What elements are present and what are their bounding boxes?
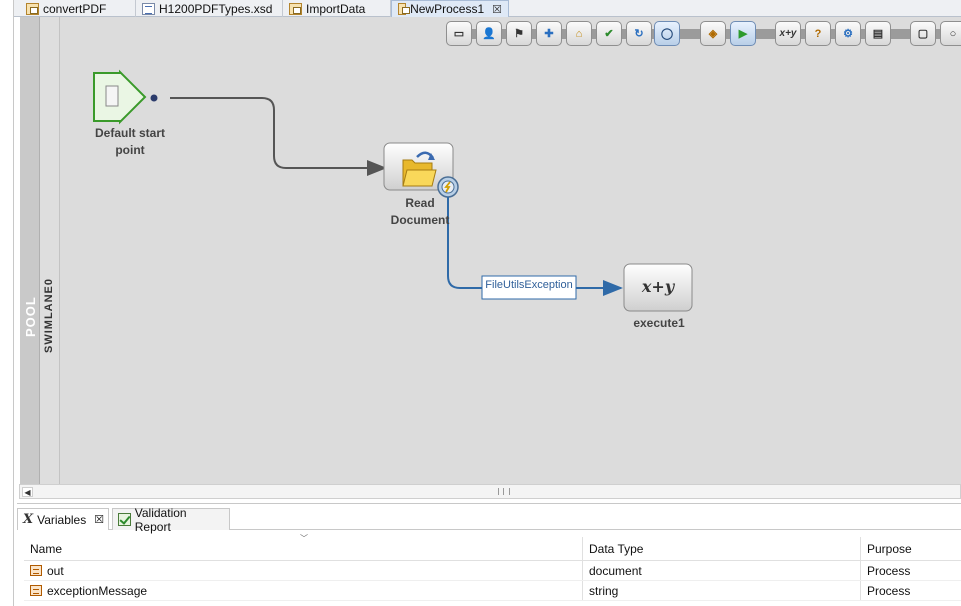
variable-name-cell: out — [24, 561, 582, 580]
read-label-line1: Read — [405, 196, 435, 210]
read-document-label: Read Document — [385, 195, 455, 229]
variable-type-cell: document — [582, 561, 860, 580]
table-header: ﹀ Name Data Type Purpose — [24, 534, 961, 561]
variable-icon — [30, 565, 42, 576]
palette-toolbar: ▭ 👤 ⚑ ✚ ⌂ ✔ ↻ ◯ ◈ ▶ x+y ? ⚙ ▤ ▢ ○ — [446, 21, 961, 47]
error-boundary-icon[interactable] — [437, 176, 459, 198]
add-icon[interactable]: ✚ — [536, 21, 562, 46]
scroll-left-icon[interactable]: ◀ — [22, 487, 33, 497]
new-activity-icon[interactable]: ▭ — [446, 21, 472, 46]
variable-purpose-cell: Process — [860, 581, 961, 600]
expression-icon: x+y — [641, 277, 675, 296]
variable-name: out — [47, 563, 64, 578]
column-header-purpose[interactable]: Purpose — [860, 537, 961, 560]
validation-icon — [118, 513, 131, 526]
exception-flow-connector[interactable] — [447, 197, 623, 296]
variable-type-cell: string — [582, 581, 860, 600]
table-row[interactable]: exceptionMessage string Process — [24, 581, 961, 601]
gateway-icon[interactable]: ◈ — [700, 21, 726, 46]
start-event-label: Default start point — [88, 125, 172, 159]
service-icon[interactable]: ⚙ — [835, 21, 861, 46]
exception-label: FileUtilsException — [485, 279, 573, 291]
execute-label: execute1 — [633, 316, 685, 330]
table-row[interactable]: out document Process — [24, 561, 961, 581]
play-icon[interactable]: ▶ — [730, 21, 756, 46]
check-task-icon[interactable]: ✔ — [596, 21, 622, 46]
users-icon[interactable]: ⚑ — [506, 21, 532, 46]
event-circle-icon[interactable]: ◯ — [654, 21, 680, 46]
tab-validation-report[interactable]: Validation Report — [112, 506, 230, 534]
tab-variables[interactable]: X Variables ☒ — [17, 508, 109, 530]
start-label-line2: point — [115, 143, 145, 157]
bottom-tab-bar: X Variables ☒ Validation Report — [17, 506, 961, 534]
folder-up-icon[interactable]: ⌂ — [566, 21, 592, 46]
user-task-icon[interactable]: 👤 — [476, 21, 502, 46]
close-tab-icon[interactable]: ☒ — [94, 513, 104, 526]
sequence-flow-connector[interactable] — [170, 97, 387, 176]
horizontal-scrollbar[interactable]: ◀ — [19, 484, 961, 499]
tab-label: Validation Report — [134, 505, 187, 534]
start-label-line1: Default start — [94, 126, 165, 140]
variable-name: exceptionMessage — [47, 583, 148, 598]
circle-shape-icon[interactable]: ○ — [940, 21, 961, 46]
expression-tool-icon[interactable]: x+y — [775, 21, 801, 46]
variable-purpose-cell: Process — [860, 561, 961, 580]
variable-name-cell: exceptionMessage — [24, 581, 582, 600]
tab-label: Variables — [37, 512, 87, 527]
variables-table: ﹀ Name Data Type Purpose out document Pr… — [24, 534, 961, 601]
variables-panel: X Variables ☒ Validation Report ﹀ Name D… — [17, 503, 961, 606]
data-icon[interactable]: ▤ — [865, 21, 891, 46]
app-window: convertPDF H1200PDFTypes.xsd ImportData … — [0, 0, 961, 606]
decision-icon[interactable]: ? — [805, 21, 831, 46]
subprocess-icon[interactable]: ↻ — [626, 21, 652, 46]
column-header-name[interactable]: Name — [24, 537, 582, 560]
read-label-line2: Document — [390, 213, 450, 227]
column-header-type[interactable]: Data Type — [582, 537, 860, 560]
variable-icon — [30, 585, 42, 596]
variables-icon: X — [23, 512, 34, 527]
rect-shape-icon[interactable]: ▢ — [910, 21, 936, 46]
start-event[interactable] — [93, 69, 158, 125]
scroll-grip[interactable] — [498, 488, 510, 495]
